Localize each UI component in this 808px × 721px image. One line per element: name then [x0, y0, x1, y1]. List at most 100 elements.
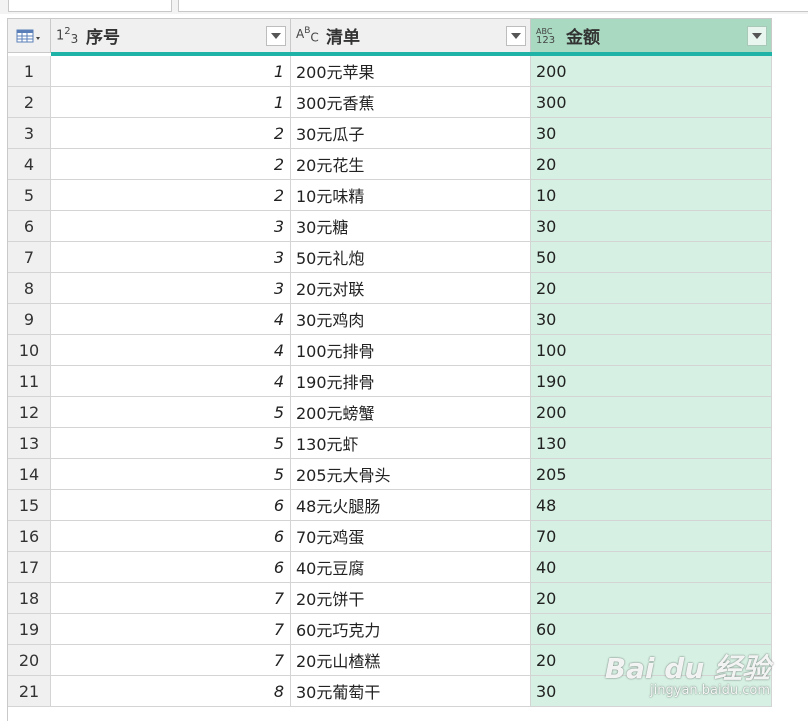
row-number[interactable]: 8	[8, 273, 51, 303]
name-box[interactable]	[8, 0, 172, 12]
cell-xuhao[interactable]: 4	[51, 304, 291, 334]
cell-jine[interactable]: 30	[531, 118, 772, 148]
cell-qingdan[interactable]: 205元大骨头	[291, 459, 531, 489]
cell-qingdan[interactable]: 200元苹果	[291, 56, 531, 86]
cell-qingdan[interactable]: 48元火腿肠	[291, 490, 531, 520]
cell-jine[interactable]: 200	[531, 56, 772, 86]
column-header-row: 123 序号 ABC 清单 ABC 123 金额	[8, 19, 772, 53]
column-header-xuhao[interactable]: 123 序号	[51, 19, 291, 52]
cell-xuhao[interactable]: 1	[51, 56, 291, 86]
cell-xuhao[interactable]: 5	[51, 428, 291, 458]
column-filter-button[interactable]	[747, 25, 767, 46]
data-grid: 123 序号 ABC 清单 ABC 123 金额 1 1 200元苹果 200 …	[7, 18, 772, 721]
table-row: 8 3 20元对联 20	[8, 273, 772, 304]
row-number[interactable]: 19	[8, 614, 51, 644]
column-header-jine[interactable]: ABC 123 金额	[531, 19, 772, 52]
cell-xuhao[interactable]: 5	[51, 459, 291, 489]
cell-jine[interactable]: 20	[531, 273, 772, 303]
formula-input[interactable]	[178, 0, 808, 12]
cell-qingdan[interactable]: 10元味精	[291, 180, 531, 210]
cell-qingdan[interactable]: 300元香蕉	[291, 87, 531, 117]
cell-qingdan[interactable]: 60元巧克力	[291, 614, 531, 644]
cell-qingdan[interactable]: 100元排骨	[291, 335, 531, 365]
row-number[interactable]: 9	[8, 304, 51, 334]
cell-xuhao[interactable]: 6	[51, 490, 291, 520]
column-filter-button[interactable]	[506, 25, 526, 46]
cell-jine[interactable]: 10	[531, 180, 772, 210]
cell-qingdan[interactable]: 30元鸡肉	[291, 304, 531, 334]
cell-jine[interactable]: 20	[531, 645, 772, 675]
cell-qingdan[interactable]: 50元礼炮	[291, 242, 531, 272]
cell-xuhao[interactable]: 3	[51, 273, 291, 303]
row-number[interactable]: 18	[8, 583, 51, 613]
cell-xuhao[interactable]: 4	[51, 335, 291, 365]
cell-jine[interactable]: 130	[531, 428, 772, 458]
cell-xuhao[interactable]: 7	[51, 614, 291, 644]
cell-qingdan[interactable]: 200元螃蟹	[291, 397, 531, 427]
cell-jine[interactable]: 50	[531, 242, 772, 272]
cell-qingdan[interactable]: 70元鸡蛋	[291, 521, 531, 551]
row-number[interactable]: 11	[8, 366, 51, 396]
row-number[interactable]: 12	[8, 397, 51, 427]
cell-xuhao[interactable]: 5	[51, 397, 291, 427]
cell-xuhao[interactable]: 6	[51, 521, 291, 551]
cell-xuhao[interactable]: 2	[51, 180, 291, 210]
cell-jine[interactable]: 20	[531, 583, 772, 613]
cell-qingdan[interactable]: 20元山楂糕	[291, 645, 531, 675]
cell-xuhao[interactable]: 6	[51, 552, 291, 582]
row-number[interactable]: 3	[8, 118, 51, 148]
cell-xuhao[interactable]: 2	[51, 149, 291, 179]
row-number[interactable]: 14	[8, 459, 51, 489]
row-number[interactable]: 16	[8, 521, 51, 551]
cell-jine[interactable]: 205	[531, 459, 772, 489]
cell-jine[interactable]: 30	[531, 211, 772, 241]
row-number[interactable]: 17	[8, 552, 51, 582]
column-header-qingdan[interactable]: ABC 清单	[291, 19, 531, 52]
cell-qingdan[interactable]: 20元对联	[291, 273, 531, 303]
cell-qingdan[interactable]: 30元瓜子	[291, 118, 531, 148]
cell-qingdan[interactable]: 190元排骨	[291, 366, 531, 396]
column-filter-button[interactable]	[266, 25, 286, 46]
table-row: 7 3 50元礼炮 50	[8, 242, 772, 273]
cell-xuhao[interactable]: 7	[51, 583, 291, 613]
cell-xuhao[interactable]: 7	[51, 645, 291, 675]
row-number[interactable]: 5	[8, 180, 51, 210]
row-number[interactable]: 15	[8, 490, 51, 520]
cell-jine[interactable]: 48	[531, 490, 772, 520]
row-number[interactable]: 13	[8, 428, 51, 458]
cell-jine[interactable]: 200	[531, 397, 772, 427]
cell-jine[interactable]: 30	[531, 304, 772, 334]
cell-xuhao[interactable]: 1	[51, 87, 291, 117]
cell-jine[interactable]: 100	[531, 335, 772, 365]
cell-qingdan[interactable]: 30元糖	[291, 211, 531, 241]
cell-jine[interactable]: 30	[531, 676, 772, 706]
cell-xuhao[interactable]: 8	[51, 676, 291, 706]
row-number[interactable]: 21	[8, 676, 51, 706]
cell-jine[interactable]: 60	[531, 614, 772, 644]
cell-jine[interactable]: 40	[531, 552, 772, 582]
cell-qingdan[interactable]: 40元豆腐	[291, 552, 531, 582]
cell-jine[interactable]: 70	[531, 521, 772, 551]
cell-xuhao[interactable]: 2	[51, 118, 291, 148]
cell-xuhao[interactable]: 4	[51, 366, 291, 396]
table-row: 18 7 20元饼干 20	[8, 583, 772, 614]
row-number[interactable]: 2	[8, 87, 51, 117]
cell-qingdan[interactable]: 130元虾	[291, 428, 531, 458]
cell-jine[interactable]: 190	[531, 366, 772, 396]
table-row: 21 8 30元葡萄干 30	[8, 676, 772, 707]
cell-xuhao[interactable]: 3	[51, 242, 291, 272]
row-number[interactable]: 4	[8, 149, 51, 179]
cell-qingdan[interactable]: 20元花生	[291, 149, 531, 179]
row-number[interactable]: 20	[8, 645, 51, 675]
cell-jine[interactable]: 300	[531, 87, 772, 117]
table-row: 6 3 30元糖 30	[8, 211, 772, 242]
row-number[interactable]: 7	[8, 242, 51, 272]
cell-jine[interactable]: 20	[531, 149, 772, 179]
row-number[interactable]: 10	[8, 335, 51, 365]
table-menu-button[interactable]	[8, 19, 51, 52]
cell-qingdan[interactable]: 20元饼干	[291, 583, 531, 613]
cell-xuhao[interactable]: 3	[51, 211, 291, 241]
row-number[interactable]: 6	[8, 211, 51, 241]
cell-qingdan[interactable]: 30元葡萄干	[291, 676, 531, 706]
row-number[interactable]: 1	[8, 56, 51, 86]
